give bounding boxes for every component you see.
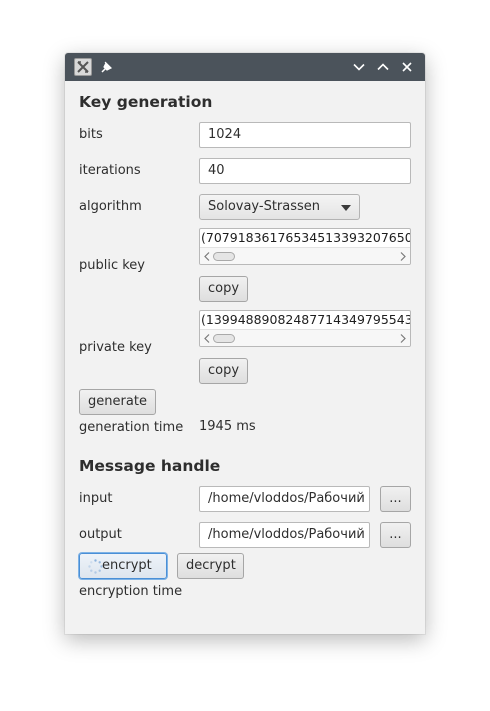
message-handle-title: Message handle — [79, 457, 221, 475]
chevron-up-icon[interactable] — [376, 60, 390, 74]
decrypt-button[interactable]: decrypt — [177, 553, 244, 579]
output-label: output — [79, 527, 122, 542]
browse-output-button[interactable]: ... — [380, 522, 411, 548]
iterations-input[interactable]: 40 — [199, 158, 411, 184]
dropdown-arrow-icon — [341, 205, 351, 211]
algorithm-select[interactable]: Solovay-Strassen — [199, 194, 360, 220]
input-label: input — [79, 491, 113, 506]
private-key-text[interactable]: (13994889082487714349795543 — [201, 312, 410, 327]
public-key-label: public key — [79, 258, 146, 273]
algorithm-label: algorithm — [79, 199, 142, 214]
public-key-scroll-thumb[interactable] — [213, 252, 235, 261]
scroll-left-icon[interactable] — [204, 334, 210, 343]
scroll-left-icon[interactable] — [204, 252, 210, 261]
public-key-scrollbar[interactable] — [200, 247, 410, 264]
key-generation-title: Key generation — [79, 93, 213, 111]
iterations-label: iterations — [79, 163, 141, 178]
app-window: Key generation bits 1024 iterations 40 a… — [65, 53, 425, 634]
scroll-right-icon[interactable] — [400, 252, 406, 261]
generation-time-value: 1945 ms — [199, 419, 256, 434]
loading-spinner-icon — [88, 559, 103, 574]
input-path-field[interactable]: /home/vloddos/Рабочий — [199, 486, 370, 512]
public-key-field[interactable]: (70791836176534513393207650 — [199, 228, 411, 265]
encryption-time-label: encryption time — [79, 584, 183, 599]
encrypt-button-label: encrypt — [102, 558, 152, 573]
private-key-field[interactable]: (13994889082487714349795543 — [199, 310, 411, 347]
private-key-label: private key — [79, 340, 152, 355]
private-key-scroll-thumb[interactable] — [213, 334, 235, 343]
private-key-scrollbar[interactable] — [200, 329, 410, 346]
copy-public-key-button[interactable]: copy — [199, 276, 248, 302]
app-icon — [74, 58, 92, 76]
chevron-down-icon[interactable] — [352, 60, 366, 74]
generate-button[interactable]: generate — [79, 389, 156, 415]
algorithm-selected-value: Solovay-Strassen — [208, 199, 321, 214]
bits-label: bits — [79, 127, 103, 142]
browse-input-button[interactable]: ... — [380, 486, 411, 512]
pin-icon[interactable] — [100, 60, 114, 74]
title-bar[interactable] — [65, 53, 425, 81]
close-icon[interactable] — [400, 60, 414, 74]
copy-private-key-button[interactable]: copy — [199, 358, 248, 384]
encrypt-button[interactable]: encrypt — [79, 553, 167, 579]
public-key-text[interactable]: (70791836176534513393207650 — [201, 230, 410, 245]
scroll-right-icon[interactable] — [400, 334, 406, 343]
bits-input[interactable]: 1024 — [199, 122, 411, 148]
output-path-field[interactable]: /home/vloddos/Рабочий — [199, 522, 370, 548]
generation-time-label: generation time — [79, 420, 184, 435]
